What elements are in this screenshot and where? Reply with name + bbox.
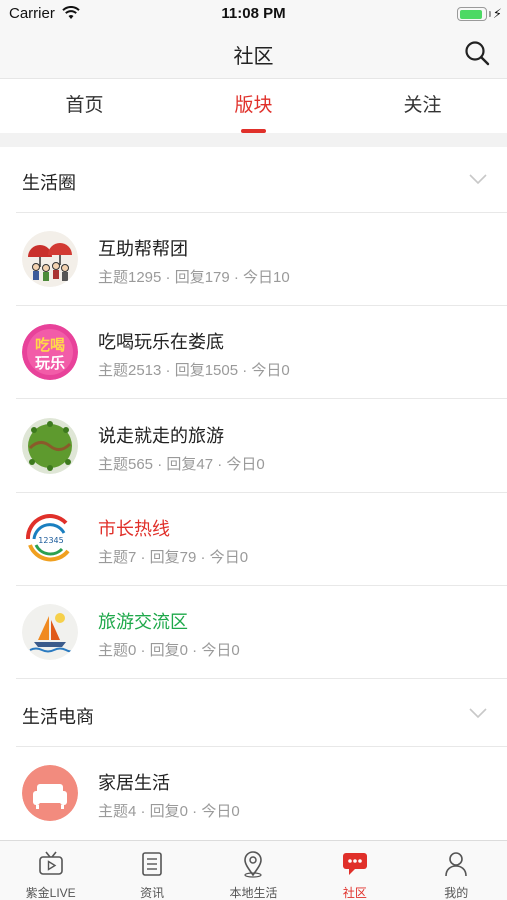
chevron-down-icon[interactable] — [469, 173, 487, 185]
section-header-ecommerce[interactable]: 生活电商 — [0, 681, 507, 747]
bottom-nav: 紫金LIVE 资讯 本地生活 社区 我的 — [0, 840, 507, 900]
hotline-12345-icon: 12345 — [22, 511, 78, 567]
sailboat-icon — [22, 604, 78, 660]
section-header-life-circle[interactable]: 生活圈 — [0, 147, 507, 213]
bottom-nav-label: 本地生活 — [229, 886, 278, 900]
section-title: 生活电商 — [22, 707, 94, 727]
hotline-number: 12345 — [38, 536, 63, 545]
list-item[interactable]: 家居生活 主题4 · 回复0 · 今日0 — [0, 747, 507, 840]
divider — [16, 678, 507, 679]
board-title: 市长热线 — [98, 519, 170, 539]
board-stats: 主题1295 · 回复179 · 今日10 — [98, 269, 290, 286]
board-stats: 主题565 · 回复47 · 今日0 — [98, 456, 265, 473]
board-stats: 主题4 · 回复0 · 今日0 — [98, 803, 240, 820]
list-item[interactable]: 旅游交流区 主题0 · 回复0 · 今日0 — [0, 586, 507, 679]
battery-tip — [489, 11, 491, 17]
board-title: 家居生活 — [98, 773, 170, 793]
status-bar: Carrier 11:08 PM ⚡ — [0, 0, 507, 28]
bottom-nav-news[interactable]: 资讯 — [101, 841, 202, 900]
bottom-nav-local-life[interactable]: 本地生活 — [203, 841, 304, 900]
board-stats: 主题7 · 回复79 · 今日0 — [98, 549, 249, 566]
tab-following[interactable]: 关注 — [338, 79, 507, 134]
bottom-nav-label: 社区 — [342, 886, 367, 900]
charging-icon: ⚡ — [492, 6, 502, 21]
food-badge-line1: 吃喝 — [35, 336, 65, 354]
chat-bubble-icon — [342, 853, 367, 875]
bottom-nav-live[interactable]: 紫金LIVE — [0, 841, 101, 900]
search-icon[interactable] — [463, 39, 491, 67]
bottom-nav-mine[interactable]: 我的 — [406, 841, 507, 900]
location-pin-icon — [244, 851, 263, 878]
bottom-nav-community[interactable]: 社区 — [304, 841, 405, 900]
food-fun-icon: 吃喝 玩乐 — [22, 324, 78, 380]
tab-home[interactable]: 首页 — [0, 79, 169, 134]
tv-play-icon — [38, 851, 63, 875]
battery-level-fill — [459, 9, 483, 19]
battery-icon — [457, 7, 487, 21]
board-title: 互助帮帮团 — [98, 239, 188, 259]
list-item[interactable]: 吃喝 玩乐 吃喝玩乐在娄底 主题2513 · 回复1505 · 今日0 — [0, 306, 507, 399]
bottom-nav-label: 我的 — [444, 886, 469, 900]
sofa-icon — [22, 765, 78, 821]
news-list-icon — [142, 852, 162, 876]
nav-bar: 社区 — [0, 28, 507, 78]
umbrella-people-icon — [22, 231, 78, 287]
bottom-nav-label: 资讯 — [140, 886, 165, 900]
list-item[interactable]: 说走就走的旅游 主题565 · 回复47 · 今日0 — [0, 400, 507, 493]
food-badge-line2: 玩乐 — [35, 354, 65, 372]
board-stats: 主题0 · 回复0 · 今日0 — [98, 642, 240, 659]
list-item[interactable]: 12345 市长热线 主题7 · 回复79 · 今日0 — [0, 493, 507, 586]
top-tabs: 首页 版块 关注 — [0, 78, 507, 133]
globe-travel-icon — [22, 418, 78, 474]
board-title: 旅游交流区 — [98, 612, 188, 632]
chevron-down-icon[interactable] — [469, 707, 487, 719]
board-title: 说走就走的旅游 — [98, 426, 224, 446]
user-icon — [445, 852, 468, 877]
board-stats: 主题2513 · 回复1505 · 今日0 — [98, 362, 290, 379]
tab-boards[interactable]: 版块 — [169, 79, 338, 134]
section-gap — [0, 133, 507, 147]
page-title: 社区 — [233, 46, 274, 68]
section-title: 生活圈 — [22, 173, 76, 193]
list-item[interactable]: 互助帮帮团 主题1295 · 回复179 · 今日10 — [0, 213, 507, 306]
divider — [16, 398, 507, 399]
bottom-nav-label: 紫金LIVE — [25, 886, 76, 900]
status-time: 11:08 PM — [221, 5, 286, 22]
board-title: 吃喝玩乐在娄底 — [98, 332, 224, 352]
